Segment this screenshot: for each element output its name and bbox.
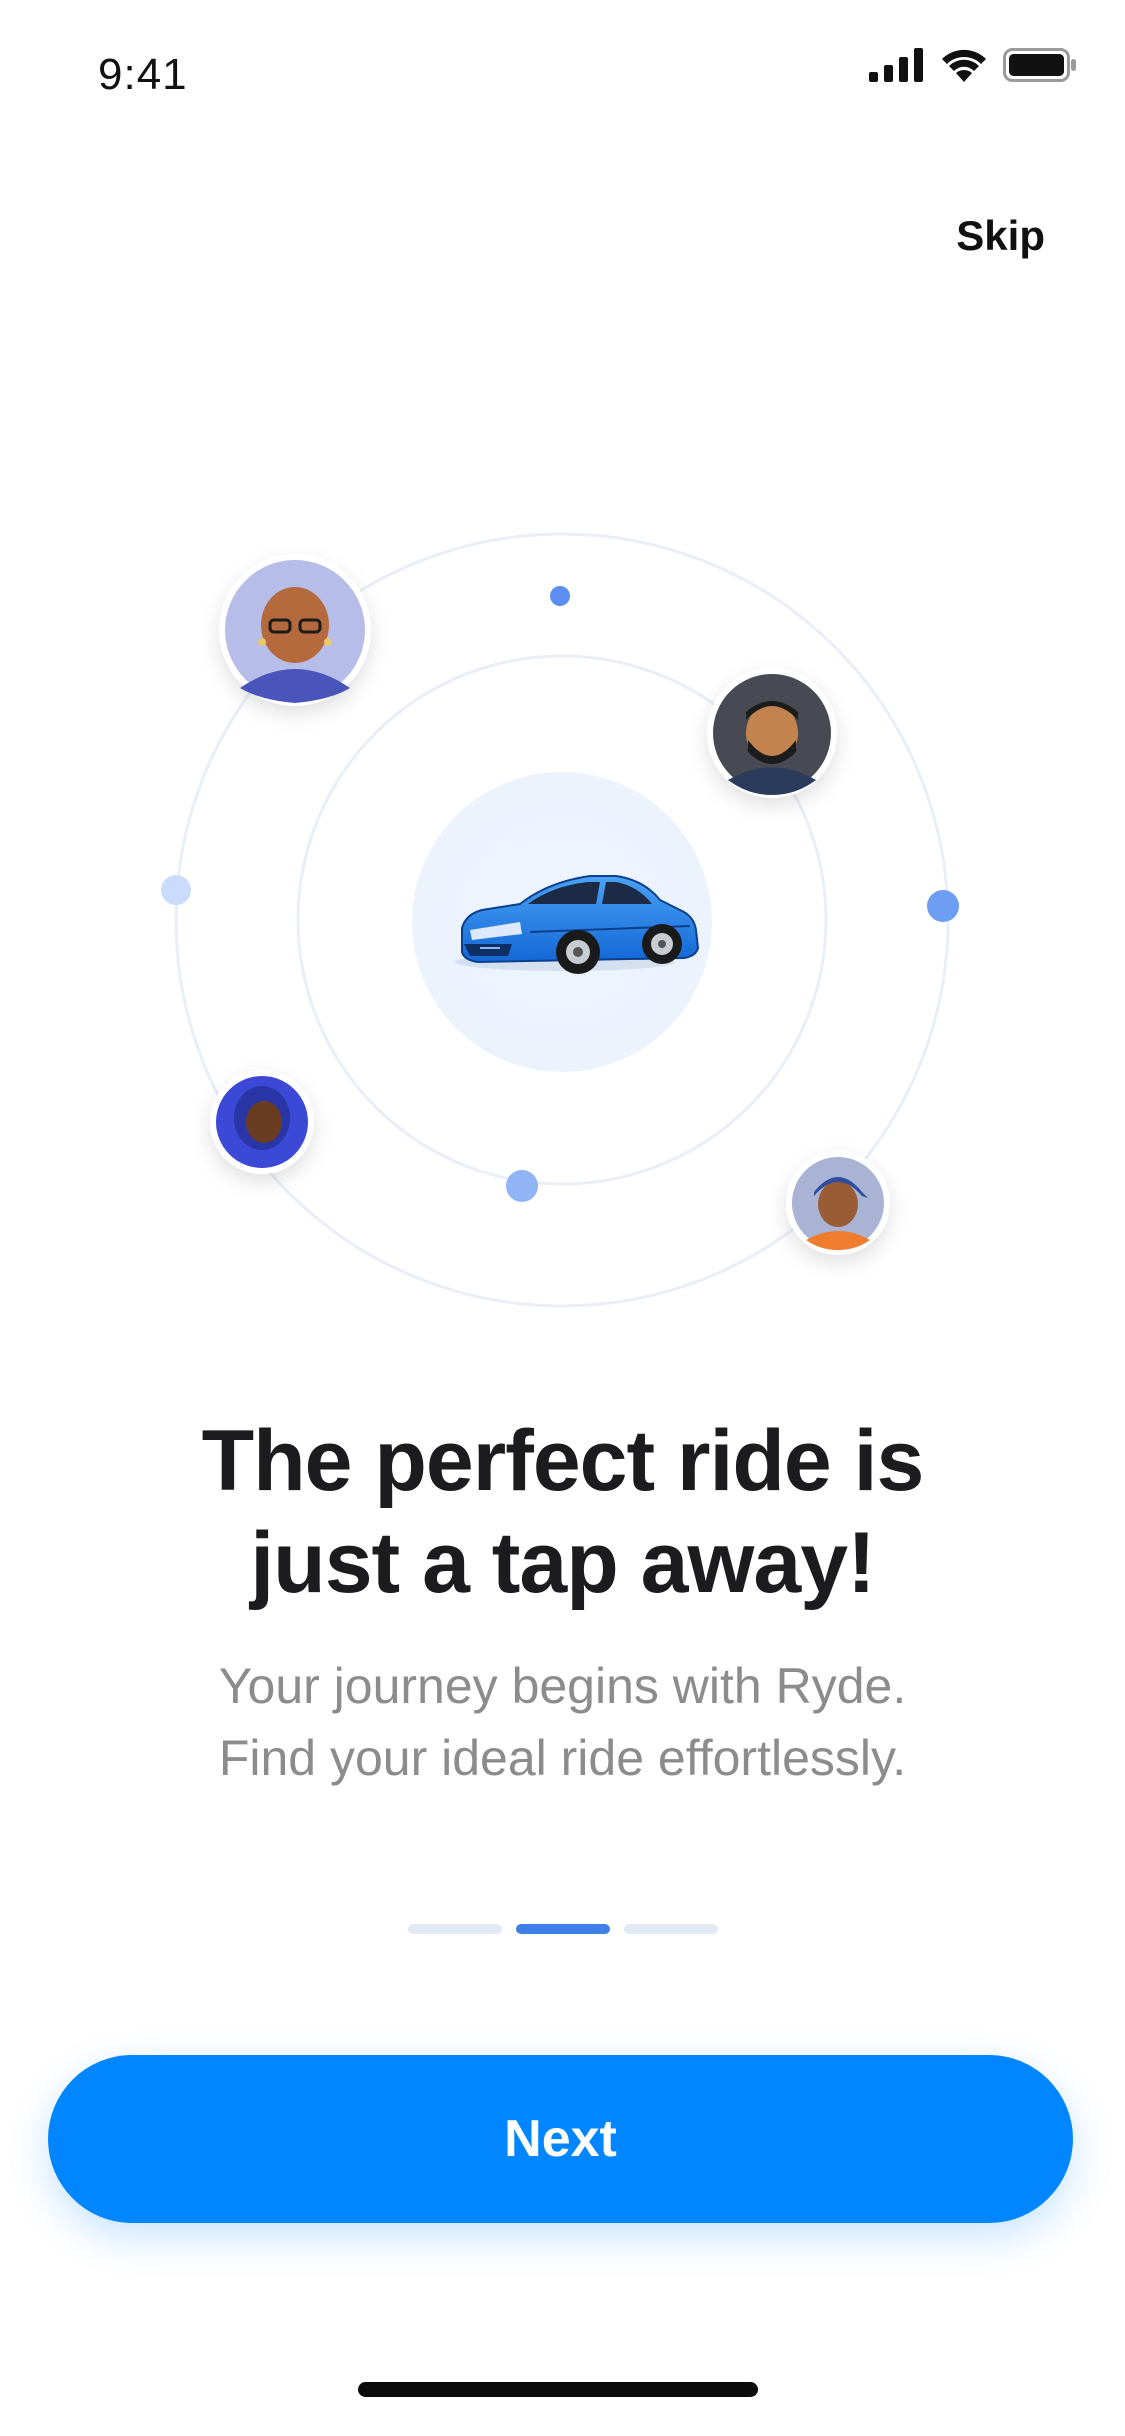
home-indicator[interactable] [358, 2382, 758, 2397]
subtitle-line-2: Find your ideal ride effortlessly. [218, 1730, 907, 1786]
status-icons [869, 48, 1077, 82]
onboarding-illustration [161, 532, 959, 1308]
next-button[interactable]: Next [48, 2055, 1073, 2223]
headline-line-1: The perfect ride is [201, 1413, 925, 1509]
page-indicator [0, 1924, 1125, 1934]
orbit-dot [161, 875, 191, 905]
avatar-cap-man [786, 1151, 890, 1255]
orbit-dot [506, 1170, 538, 1202]
avatar-bearded-man [707, 668, 837, 798]
page-indicator-dot-2[interactable] [515, 1924, 610, 1934]
signal-icon [869, 48, 923, 82]
avatar-hijab-woman [210, 1070, 314, 1174]
headline-line-2: just a tap away! [250, 1515, 875, 1611]
avatar-bald-glasses [219, 554, 371, 706]
skip-button[interactable]: Skip [956, 212, 1045, 260]
onboarding-subtitle: Your journey begins with Ryde. Find your… [0, 1650, 1125, 1794]
battery-icon [1003, 48, 1076, 82]
status-bar: 9:41 [0, 0, 1125, 132]
orbit-dot [927, 890, 959, 922]
page-indicator-dot-3[interactable] [623, 1924, 718, 1934]
page-indicator-dot-1[interactable] [407, 1924, 502, 1934]
orbit-dot [550, 586, 570, 606]
onboarding-headline: The perfect ride is just a tap away! [0, 1410, 1125, 1614]
wifi-icon [942, 49, 986, 82]
subtitle-line-1: Your journey begins with Ryde. [218, 1658, 907, 1714]
status-time: 9:41 [98, 50, 188, 99]
